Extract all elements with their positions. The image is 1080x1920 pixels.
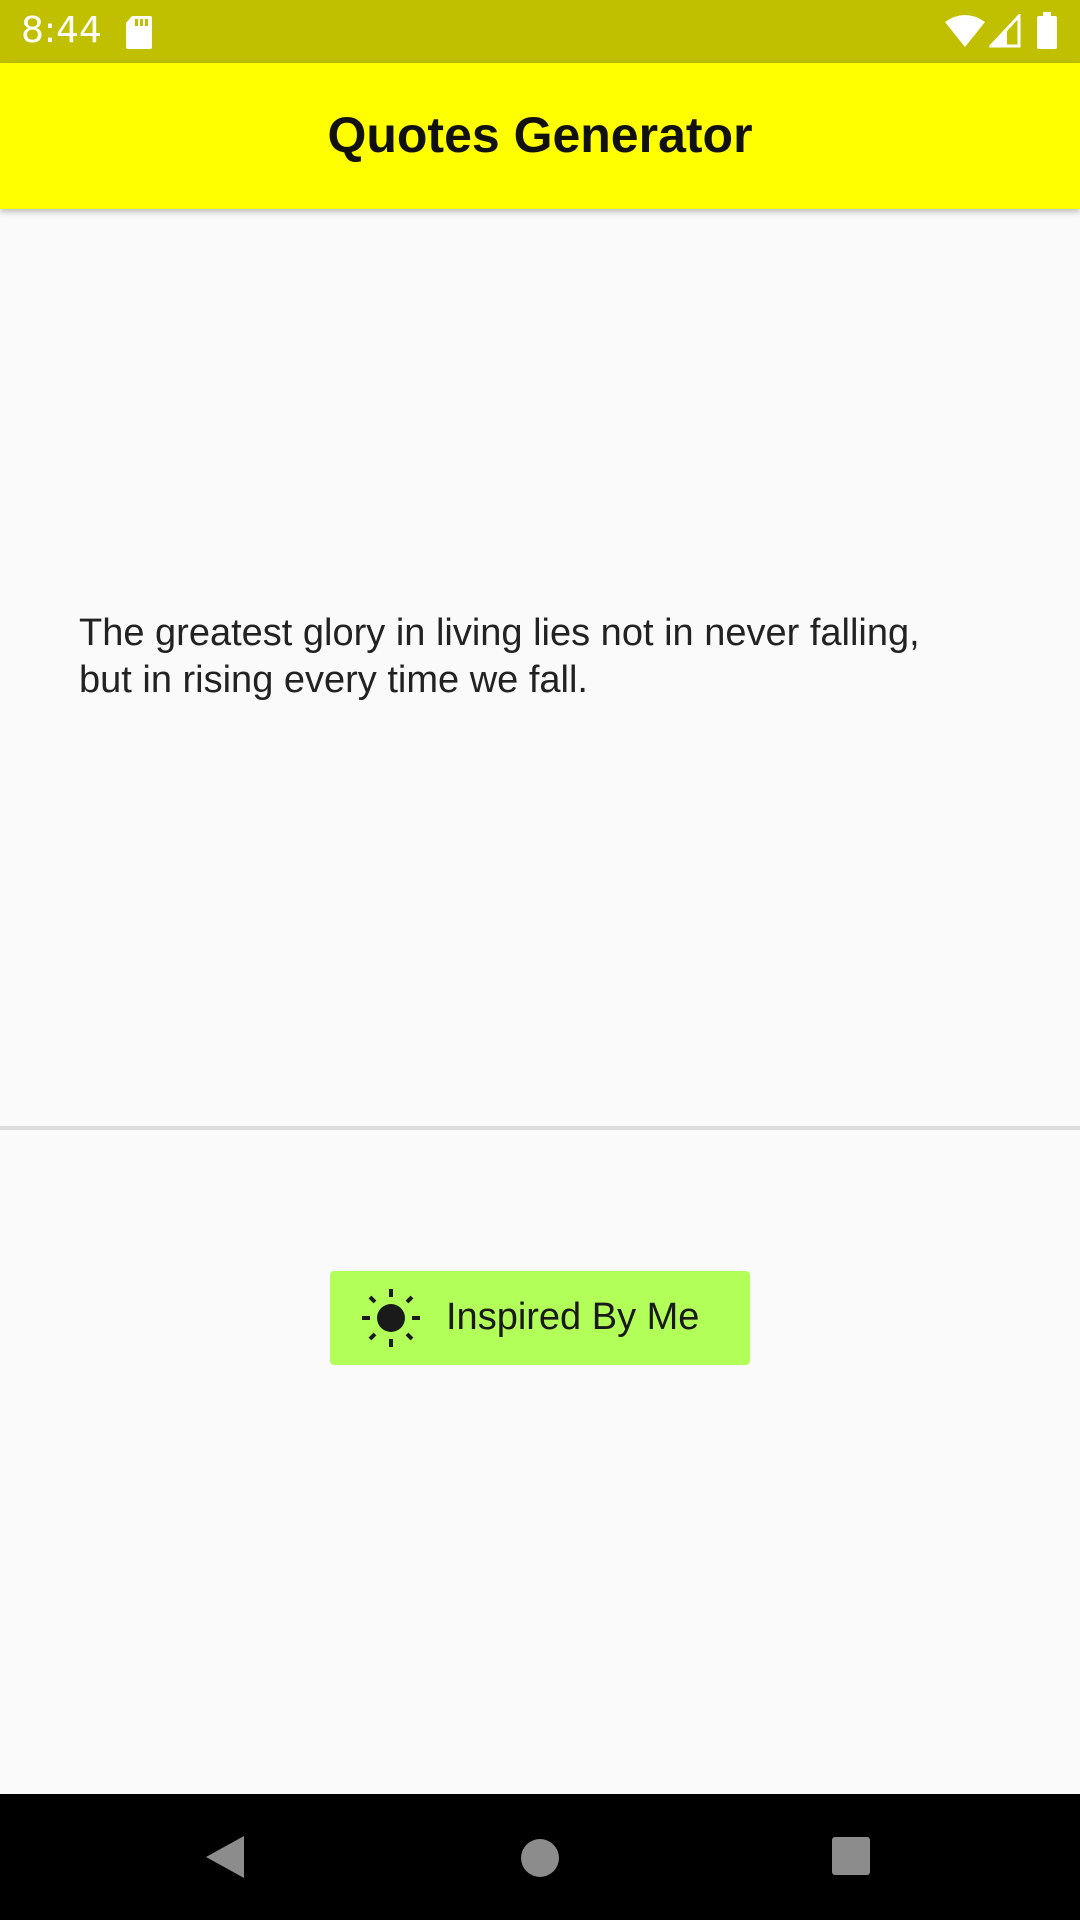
status-bar: 8:44 [0, 0, 1080, 63]
inspired-by-me-button-label: Inspired By Me [446, 1296, 700, 1338]
sd-card-icon [126, 16, 152, 49]
app-bar: Quotes Generator [0, 63, 1080, 209]
wifi-icon [945, 15, 985, 47]
cell-signal-icon [989, 14, 1021, 48]
sun-icon [362, 1289, 420, 1347]
quote-text: The greatest glory in living lies not in… [79, 612, 920, 701]
home-icon[interactable] [518, 1836, 562, 1880]
back-icon[interactable] [204, 1834, 246, 1880]
divider [0, 1126, 1080, 1130]
recents-icon[interactable] [831, 1836, 871, 1876]
battery-icon [1037, 12, 1057, 49]
app-title: Quotes Generator [327, 107, 753, 163]
status-time: 8:44 [21, 10, 102, 51]
